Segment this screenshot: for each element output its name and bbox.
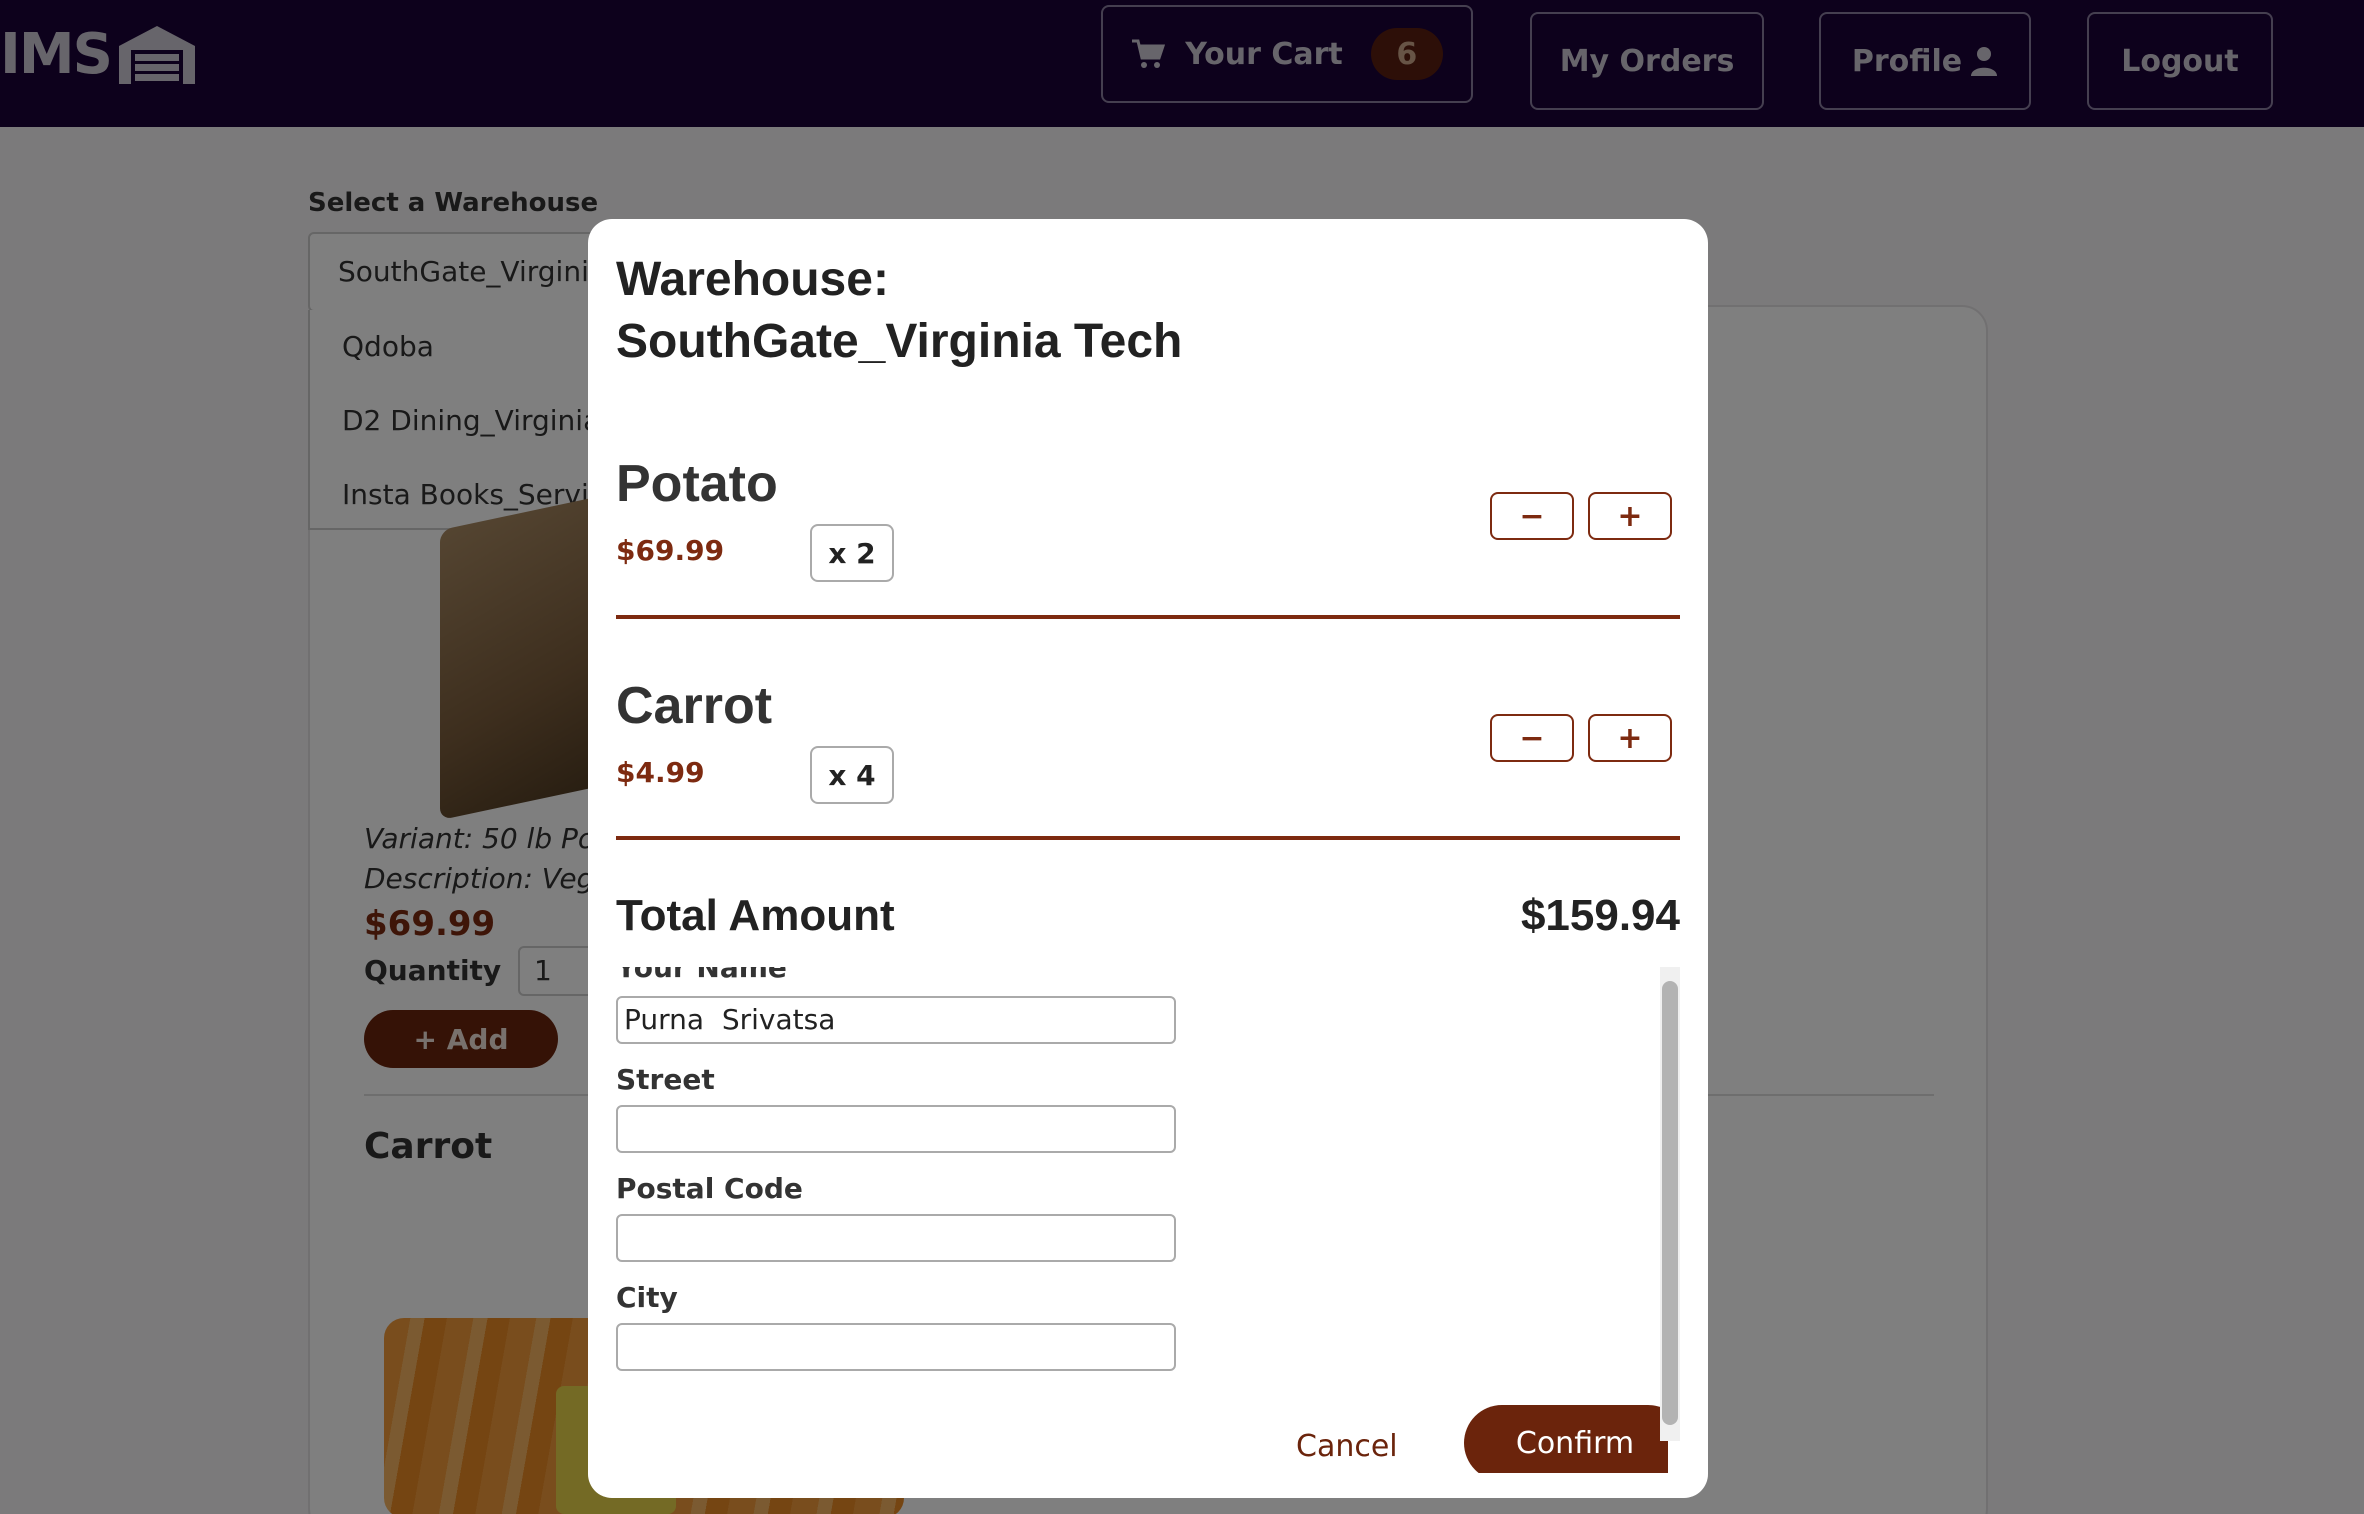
cart-item-quantity: x 4 xyxy=(810,746,894,804)
cart-modal: Warehouse: SouthGate_Virginia Tech Potat… xyxy=(588,219,1708,1498)
cart-item-name: Carrot xyxy=(616,677,773,735)
confirm-button[interactable]: Confirm xyxy=(1464,1405,1668,1473)
city-input[interactable] xyxy=(616,1323,1176,1371)
decrease-quantity-button[interactable]: − xyxy=(1490,714,1574,762)
decrease-quantity-button[interactable]: − xyxy=(1490,492,1574,540)
postal-code-label: Postal Code xyxy=(616,1172,803,1205)
name-label: Your Name xyxy=(616,967,787,984)
cart-item: Carrot $4.99 x 4 − + xyxy=(616,676,1680,804)
cart-item: Potato $69.99 x 2 − + xyxy=(616,454,1680,582)
cancel-button[interactable]: Cancel xyxy=(1296,1429,1398,1464)
total-amount-value: $159.94 xyxy=(1520,891,1680,940)
street-label: Street xyxy=(616,1063,715,1096)
modal-title-prefix: Warehouse: xyxy=(616,253,889,306)
shipping-form[interactable]: Your Name Purna Srivatsa Street Postal C… xyxy=(616,967,1668,1473)
cart-item-price: $69.99 xyxy=(616,534,725,567)
name-input[interactable]: Purna Srivatsa xyxy=(616,996,1176,1044)
city-label: City xyxy=(616,1281,678,1314)
cart-item-quantity: x 2 xyxy=(810,524,894,582)
form-scrollbar[interactable] xyxy=(1660,967,1680,1441)
scrollbar-thumb[interactable] xyxy=(1662,981,1678,1425)
postal-code-input[interactable] xyxy=(616,1214,1176,1262)
increase-quantity-button[interactable]: + xyxy=(1588,714,1672,762)
street-input[interactable] xyxy=(616,1105,1176,1153)
item-divider xyxy=(616,836,1680,840)
cart-item-price: $4.99 xyxy=(616,756,705,789)
modal-warehouse-name: SouthGate_Virginia Tech xyxy=(616,315,1183,368)
increase-quantity-button[interactable]: + xyxy=(1588,492,1672,540)
modal-title: Warehouse: SouthGate_Virginia Tech xyxy=(616,249,1182,373)
total-amount-label: Total Amount xyxy=(616,891,895,940)
item-divider xyxy=(616,615,1680,619)
cart-item-name: Potato xyxy=(616,455,778,513)
